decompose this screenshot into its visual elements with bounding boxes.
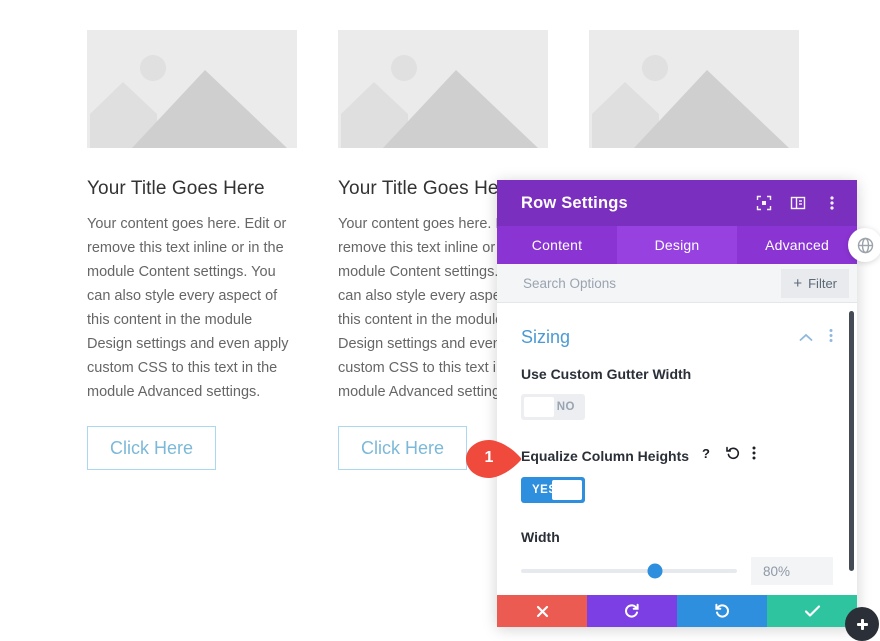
- row-settings-panel: Row Settings Content Design Advanced Sea…: [497, 180, 857, 627]
- more-options-icon[interactable]: [823, 194, 841, 212]
- reset-icon[interactable]: [726, 446, 740, 465]
- panel-scrollbar[interactable]: [849, 311, 854, 571]
- panel-header: Row Settings: [497, 180, 857, 226]
- filter-button[interactable]: + Filter: [781, 268, 849, 298]
- callout-marker-1: 1: [466, 440, 522, 478]
- image-placeholder: [589, 30, 799, 148]
- save-button[interactable]: [767, 595, 857, 627]
- width-slider[interactable]: [521, 563, 737, 579]
- focus-icon[interactable]: [755, 194, 773, 212]
- card-body: Your content goes here. Edit or remove t…: [87, 216, 289, 400]
- panel-header-icons: [755, 194, 841, 212]
- panel-title: Row Settings: [521, 193, 628, 212]
- image-placeholder: [87, 30, 297, 148]
- field-label-row: Width: [521, 529, 833, 545]
- field-use-custom-gutter-width: Use Custom Gutter Width NO: [521, 366, 833, 420]
- more-options-icon[interactable]: [752, 446, 756, 465]
- slider-knob[interactable]: [647, 563, 663, 579]
- search-input[interactable]: [521, 274, 782, 292]
- field-label: Use Custom Gutter Width: [521, 366, 692, 382]
- toggle-state-label: YES: [532, 484, 557, 496]
- equalize-column-heights-toggle[interactable]: YES: [521, 477, 585, 503]
- redo-button[interactable]: [677, 595, 767, 627]
- gutter-width-toggle[interactable]: NO: [521, 394, 585, 420]
- panel-search-bar: + Filter: [497, 264, 857, 303]
- chevron-up-icon[interactable]: [799, 329, 813, 347]
- panel-footer: [497, 595, 857, 627]
- globe-icon[interactable]: [848, 228, 880, 262]
- width-slider-row: [521, 557, 833, 585]
- field-label-row: Equalize Column Heights ?: [521, 446, 833, 465]
- width-value-input[interactable]: [751, 557, 833, 585]
- field-label-row: Use Custom Gutter Width: [521, 366, 833, 382]
- click-here-button[interactable]: Click Here: [87, 426, 217, 470]
- field-actions: ?: [701, 446, 756, 465]
- panel-body: Sizing Use Custom Gutter Width NO Equali…: [497, 303, 857, 595]
- callout-number: 1: [484, 449, 494, 466]
- field-equalize-column-heights: Equalize Column Heights ? YES: [521, 446, 833, 503]
- fab-icon[interactable]: [845, 607, 879, 641]
- field-label: Equalize Column Heights: [521, 447, 690, 464]
- tab-content[interactable]: Content: [497, 226, 617, 264]
- help-icon[interactable]: ?: [701, 446, 714, 465]
- plus-icon: +: [793, 274, 803, 292]
- cancel-button[interactable]: [497, 595, 587, 627]
- toggle-state-label: NO: [556, 401, 575, 413]
- layout-toggle-icon[interactable]: [789, 194, 807, 212]
- toggle-knob: [524, 397, 554, 417]
- panel-tabs: Content Design Advanced: [497, 226, 857, 264]
- tab-advanced[interactable]: Advanced: [737, 226, 857, 264]
- filter-label: Filter: [808, 275, 837, 291]
- content-card: Your Title Goes Here Your content goes h…: [87, 30, 297, 470]
- svg-text:?: ?: [702, 446, 710, 460]
- sizing-section-header: Sizing: [521, 303, 833, 366]
- field-width: Width: [521, 529, 833, 585]
- card-title: Your Title Goes Here: [87, 178, 265, 199]
- undo-button[interactable]: [587, 595, 677, 627]
- image-placeholder: [338, 30, 548, 148]
- click-here-button[interactable]: Click Here: [338, 426, 468, 470]
- section-title: Sizing: [521, 327, 571, 347]
- field-label: Width: [521, 529, 560, 545]
- section-icons: [799, 328, 833, 348]
- tab-design[interactable]: Design: [617, 226, 737, 264]
- more-options-icon[interactable]: [829, 328, 833, 348]
